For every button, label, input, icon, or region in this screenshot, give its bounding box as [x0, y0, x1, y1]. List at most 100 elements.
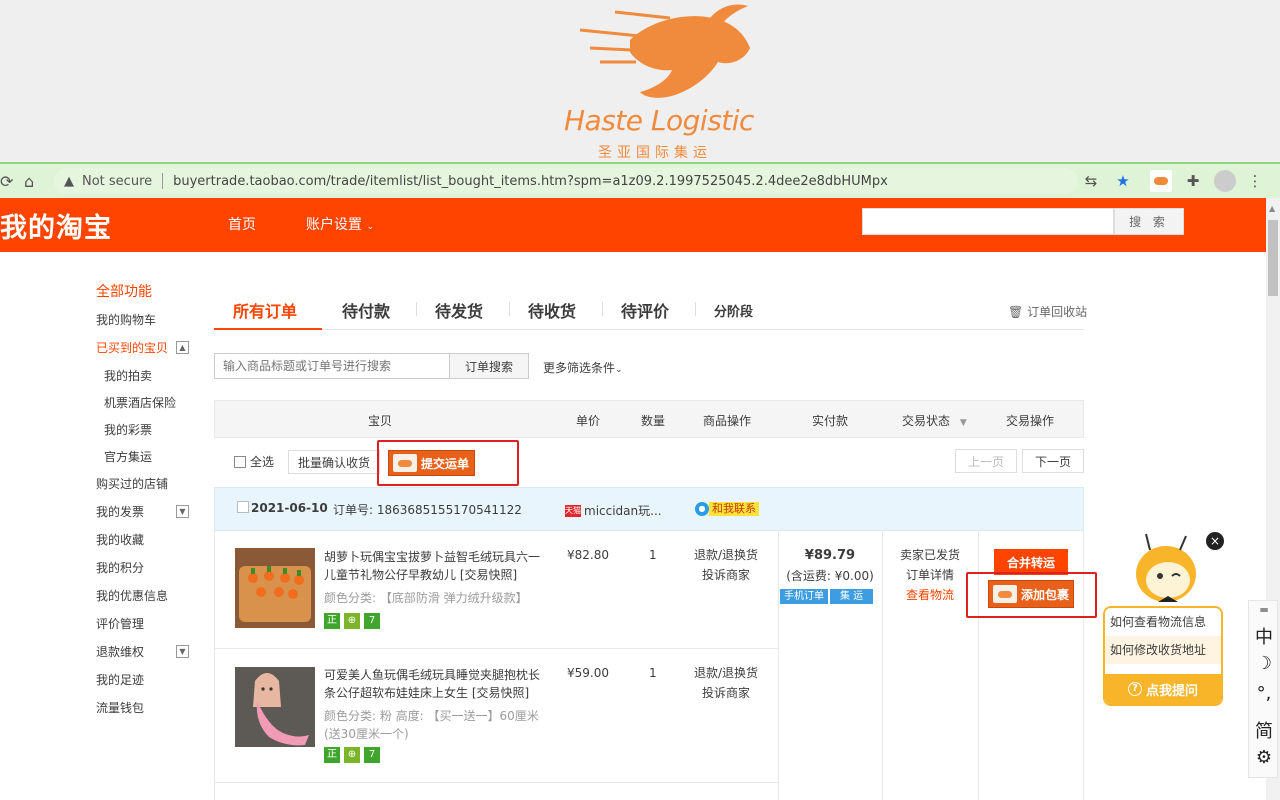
tmall-icon: 天猫	[565, 504, 581, 517]
order-checkbox[interactable]	[237, 501, 249, 513]
select-all[interactable]: 全选	[234, 453, 274, 470]
prev-page-button[interactable]: 上一页	[955, 449, 1017, 473]
tab-pending-shipment[interactable]: 待发货	[435, 298, 483, 322]
nav-home[interactable]: 首页	[228, 214, 256, 234]
sidebar-item-official-consolidation[interactable]: 官方集运	[96, 447, 206, 474]
batch-confirm-button[interactable]: 批量确认收货	[288, 450, 380, 474]
trash-icon: 🗑	[1008, 305, 1024, 319]
refund-link[interactable]: 退款/退换货	[691, 545, 761, 565]
sidebar-item-shops[interactable]: 购买过的店铺	[96, 474, 206, 502]
order-search-input[interactable]	[214, 353, 450, 379]
left-sidebar: 全部功能 我的购物车 已买到的宝贝 ▲ 我的拍卖 机票酒店保险 我的彩票 官方集运…	[96, 282, 206, 726]
product-title[interactable]: 可爱美人鱼玩偶毛绒玩具睡觉夹腿抱枕长条公仔超软布娃娃床上女生 [交易快照]	[324, 666, 546, 702]
order-number: 订单号: 1863685155170541122	[333, 503, 522, 517]
sidebar-item-reviews[interactable]: 评价管理	[96, 614, 206, 642]
unit-price: ¥82.80	[567, 548, 609, 562]
sidebar-item-favorites[interactable]: 我的收藏	[96, 530, 206, 558]
sidebar-item-points[interactable]: 我的积分	[96, 558, 206, 586]
order-tags: 手机订单 集 运	[780, 589, 874, 604]
moon-icon[interactable]: ☽	[1249, 653, 1279, 674]
profile-avatar-icon[interactable]	[1214, 170, 1236, 192]
expand-icon[interactable]: ▼	[176, 505, 189, 518]
haste-logo-subtitle: 圣亚国际集运	[598, 145, 712, 161]
col-quantity: 数量	[641, 414, 666, 428]
ime-toolbar: ═ 中 ☽ °, 简 ⚙	[1248, 600, 1278, 778]
help-question-logistics[interactable]: 如何查看物流信息	[1105, 608, 1221, 636]
help-question-address[interactable]: 如何修改收货地址	[1105, 636, 1221, 664]
help-mascot-icon[interactable]	[1128, 530, 1208, 608]
select-all-checkbox[interactable]	[234, 455, 246, 468]
chevron-down-icon: ⌄	[615, 365, 623, 375]
simplified-toggle[interactable]: 简	[1249, 717, 1279, 743]
genuine-badge-icon: 正	[324, 613, 340, 629]
order-search-button[interactable]: 订单搜索	[450, 353, 529, 379]
nav-account-settings[interactable]: 账户设置 ⌄	[306, 214, 374, 234]
sidebar-item-travel[interactable]: 机票酒店保险	[96, 393, 206, 420]
order-table-header: 宝贝 单价 数量 商品操作 实付款 交易状态 ▼ 交易操作	[214, 400, 1084, 438]
product-title[interactable]: 胡萝卜玩偶宝宝拔萝卜益智毛绒玩具六一儿童节礼物公仔早教幼儿 [交易快照]	[324, 548, 546, 584]
sidebar-item-bought[interactable]: 已买到的宝贝 ▲	[96, 338, 206, 366]
more-filters-link[interactable]: 更多筛选条件⌄	[543, 359, 623, 376]
bookmark-star-icon[interactable]: ★	[1112, 170, 1134, 192]
sidebar-item-lottery[interactable]: 我的彩票	[96, 420, 206, 447]
chevron-down-icon: ⌄	[366, 222, 374, 232]
recycle-bin-link[interactable]: 🗑 订单回收站	[1008, 303, 1087, 320]
scroll-thumb[interactable]	[1268, 220, 1278, 296]
home-icon[interactable]: ⌂	[24, 172, 34, 191]
product-spec: 颜色分类: 【底部防滑 弹力绒升级款】	[324, 591, 528, 605]
product-thumbnail[interactable]	[235, 667, 315, 747]
sidebar-item-refunds[interactable]: 退款维权 ▼	[96, 642, 206, 670]
extensions-puzzle-icon[interactable]: ✚	[1182, 170, 1204, 192]
tab-pending-payment[interactable]: 待付款	[342, 298, 390, 322]
product-thumbnail[interactable]	[235, 548, 315, 628]
col-status[interactable]: 交易状态 ▼	[902, 412, 967, 429]
sidebar-item-cart[interactable]: 我的购物车	[96, 310, 206, 338]
sidebar-item-invoice[interactable]: 我的发票 ▼	[96, 502, 206, 530]
header-search-button[interactable]: 搜 索	[1114, 208, 1184, 235]
tab-pending-review[interactable]: 待评价	[621, 298, 669, 322]
browser-menu-icon[interactable]: ⋮	[1244, 170, 1266, 192]
browser-toolbar: ⟳ ⌂ ▲ Not secure buyertrade.taobao.com/t…	[0, 162, 1280, 198]
expand-icon[interactable]: ▼	[176, 645, 189, 658]
punctuation-toggle[interactable]: °,	[1249, 683, 1279, 704]
order-detail-link[interactable]: 订单详情	[886, 565, 974, 585]
collapse-icon[interactable]: ▲	[176, 341, 189, 354]
haste-extension-icon[interactable]	[1150, 170, 1172, 192]
ask-question-button[interactable]: ? 点我提问	[1105, 674, 1221, 704]
next-page-button[interactable]: 下一页	[1022, 449, 1084, 473]
help-panel: 如何查看物流信息 如何修改收货地址 ? 点我提问	[1103, 606, 1223, 706]
taobao-header: 我的淘宝 首页 账户设置 ⌄ 搜 索	[0, 198, 1266, 252]
chat-icon: ●	[695, 502, 709, 516]
settings-gear-icon[interactable]: ⚙	[1249, 747, 1279, 768]
order-status: 卖家已发货 订单详情 查看物流	[886, 545, 974, 605]
contact-seller-button[interactable]: ● 和我联系	[695, 502, 759, 516]
sidebar-item-coupons[interactable]: 我的优惠信息	[96, 586, 206, 614]
tab-all-orders[interactable]: 所有订单	[233, 298, 297, 322]
complain-link[interactable]: 投诉商家	[691, 683, 761, 703]
ime-language-toggle[interactable]: 中	[1249, 623, 1279, 649]
quantity: 1	[649, 666, 657, 680]
mobile-order-tag: 手机订单	[780, 589, 828, 604]
tab-installments[interactable]: 分阶段	[714, 301, 753, 320]
scroll-up-arrow-icon[interactable]: ▲	[1269, 204, 1275, 213]
sidebar-item-auction[interactable]: 我的拍卖	[96, 366, 206, 393]
my-taobao-logo[interactable]: 我的淘宝	[0, 206, 112, 245]
col-item-operation: 商品操作	[703, 414, 752, 428]
shop-link[interactable]: 天猫 miccidan玩...	[565, 502, 662, 519]
close-help-icon[interactable]: ×	[1206, 532, 1224, 550]
sidebar-item-data-wallet[interactable]: 流量钱包	[96, 698, 206, 726]
tab-pending-receipt[interactable]: 待收货	[528, 298, 576, 322]
address-bar[interactable]: ▲ Not secure buyertrade.taobao.com/trade…	[54, 168, 1078, 194]
refund-link[interactable]: 退款/退换货	[691, 663, 761, 683]
genuine-badge-icon: 正	[324, 747, 340, 763]
reload-icon[interactable]: ⟳	[0, 172, 13, 191]
header-search-input[interactable]	[862, 208, 1114, 235]
haste-banner: Haste Logistic 圣亚国际集运	[0, 0, 1280, 162]
col-paid: 实付款	[812, 414, 849, 428]
view-logistics-link[interactable]: 查看物流	[886, 585, 974, 605]
translate-icon[interactable]: ⇆	[1080, 170, 1102, 192]
drag-handle-icon[interactable]: ═	[1249, 603, 1279, 617]
complain-link[interactable]: 投诉商家	[691, 565, 761, 585]
sidebar-item-footprints[interactable]: 我的足迹	[96, 670, 206, 698]
sidebar-item-all-functions[interactable]: 全部功能	[96, 282, 206, 310]
